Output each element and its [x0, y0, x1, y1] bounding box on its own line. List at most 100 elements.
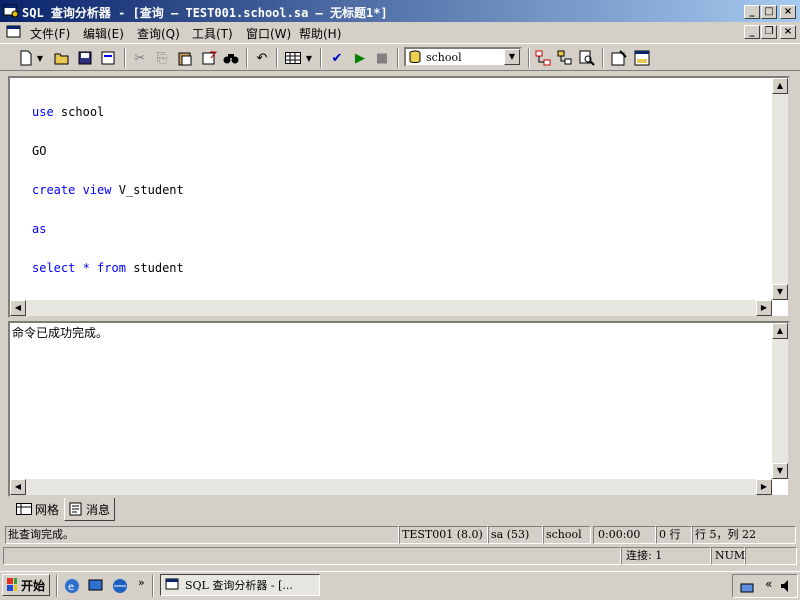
child-restore-button[interactable]: ❐: [761, 25, 777, 39]
menu-window[interactable]: 窗口(W): [246, 25, 291, 42]
code-line: select * from student: [32, 262, 184, 275]
results-pane[interactable]: 命令已成功完成。 ▲ ▼ ◀ ▶: [8, 321, 790, 497]
scroll-up-icon[interactable]: ▲: [772, 78, 788, 94]
load-script-icon[interactable]: [98, 48, 118, 68]
code-text: student: [133, 261, 184, 275]
results-vertical-scrollbar[interactable]: ▲ ▼: [772, 323, 788, 479]
sql-code[interactable]: use school GO create view V_student as s…: [32, 80, 184, 301]
code-text: school: [60, 105, 105, 119]
query-editor[interactable]: use school GO create view V_student as s…: [8, 76, 790, 318]
object-browser-icon[interactable]: [555, 48, 575, 68]
paste-icon[interactable]: [175, 48, 195, 68]
network-icon[interactable]: [739, 578, 757, 597]
new-query-icon[interactable]: [16, 48, 36, 68]
results-mode-dropdown[interactable]: ▼: [304, 48, 314, 68]
start-button[interactable]: 开始: [2, 574, 50, 596]
new-dropdown-arrow[interactable]: ▼: [35, 48, 45, 68]
keyword: select: [32, 261, 76, 275]
status-bar-empty: [3, 547, 621, 565]
scroll-left-icon[interactable]: ◀: [10, 300, 26, 316]
editor-vertical-scrollbar[interactable]: ▲ ▼: [772, 78, 788, 300]
scroll-up-icon[interactable]: ▲: [772, 323, 788, 339]
database-icon: [409, 50, 421, 67]
taskbar-window-button[interactable]: SQL 查询分析器 - [...: [160, 574, 320, 596]
editor-horizontal-scrollbar[interactable]: ◀ ▶: [10, 300, 772, 316]
show-desktop-icon[interactable]: [88, 578, 104, 597]
stop-icon[interactable]: ■: [372, 48, 392, 68]
window-title: SQL 查询分析器 - [查询 — TEST001.school.sa — 无标…: [22, 6, 388, 20]
tab-grid[interactable]: 网格: [12, 499, 63, 519]
query-analyzer-icon: [3, 3, 19, 18]
keyword: * from: [82, 261, 126, 275]
object-search-icon[interactable]: [577, 48, 597, 68]
execute-play-icon[interactable]: ▶: [350, 48, 370, 68]
result-message: 命令已成功完成。: [12, 326, 109, 340]
code-text: GO: [32, 144, 47, 158]
grid-icon: [16, 503, 32, 515]
status-text: 批查询完成。: [5, 526, 399, 544]
scroll-down-icon[interactable]: ▼: [772, 284, 788, 300]
menu-file[interactable]: 文件(F): [30, 25, 70, 42]
code-line: GO: [32, 145, 184, 158]
explorer-quicklaunch-icon[interactable]: [112, 578, 128, 597]
start-label: 开始: [20, 578, 45, 593]
svg-text:e: e: [68, 582, 74, 593]
close-button[interactable]: ×: [780, 5, 796, 19]
status-elapsed-time: 0:00:00: [593, 526, 656, 544]
title-bar: SQL 查询分析器 - [查询 — TEST001.school.sa — 无标…: [0, 0, 800, 22]
tab-messages-label: 消息: [86, 502, 111, 517]
save-icon[interactable]: [75, 48, 95, 68]
menu-edit[interactable]: 编辑(E): [83, 25, 124, 42]
ie-quicklaunch-icon[interactable]: e: [64, 578, 80, 597]
child-close-button[interactable]: ×: [780, 25, 796, 39]
parse-check-icon[interactable]: ✔: [327, 48, 347, 68]
status-bar-empty-2: [745, 547, 797, 565]
keyword: as: [32, 222, 47, 236]
scroll-down-icon[interactable]: ▼: [772, 463, 788, 479]
query-analyzer-icon: [165, 578, 179, 590]
windows-logo-icon: [7, 578, 17, 591]
open-folder-icon[interactable]: [52, 48, 72, 68]
show-results-pane-icon[interactable]: [632, 48, 652, 68]
minimize-button[interactable]: _: [744, 5, 760, 19]
system-tray: «: [732, 574, 798, 598]
find-binoculars-icon[interactable]: [221, 48, 241, 68]
status-num-lock: NUM: [711, 547, 745, 565]
menu-query[interactable]: 查询(Q): [137, 25, 180, 42]
status-database: school: [543, 526, 591, 544]
maximize-button[interactable]: □: [761, 5, 777, 19]
tray-collapse-icon[interactable]: «: [765, 577, 772, 591]
current-connection-properties-icon[interactable]: [609, 48, 629, 68]
chevron-down-icon[interactable]: ▼: [504, 49, 520, 65]
toolbar: ▼ ✂ ⎘ ↶ ▼ ✔ ▶ ■: [0, 43, 800, 71]
menu-help[interactable]: 帮助(H): [299, 25, 341, 42]
keyword: use: [32, 105, 54, 119]
status-cursor-position: 行 5，列 22: [692, 526, 796, 544]
message-icon: [69, 502, 82, 516]
code-line: use school: [32, 106, 184, 119]
scroll-right-icon[interactable]: ▶: [756, 479, 772, 495]
document-icon: [6, 24, 22, 40]
menu-tools[interactable]: 工具(T): [192, 25, 233, 42]
copy-icon[interactable]: ⎘: [152, 48, 172, 68]
scroll-right-icon[interactable]: ▶: [756, 300, 772, 316]
results-grid-icon[interactable]: [283, 48, 303, 68]
clear-window-icon[interactable]: [199, 48, 219, 68]
status-user: sa (53): [488, 526, 543, 544]
menu-bar: 文件(F) 编辑(E) 查询(Q) 工具(T) 窗口(W) 帮助(H) _ ❐ …: [0, 22, 800, 42]
execution-plan-icon[interactable]: [533, 48, 553, 68]
volume-icon[interactable]: [779, 578, 795, 597]
status-connections: 连接: 1: [621, 547, 711, 565]
undo-icon[interactable]: ↶: [252, 48, 272, 68]
status-server: TEST001 (8.0): [399, 526, 488, 544]
cut-icon[interactable]: ✂: [130, 48, 150, 68]
child-minimize-button[interactable]: _: [744, 25, 760, 39]
code-line: as: [32, 223, 184, 236]
code-text: V_student: [118, 183, 184, 197]
scroll-left-icon[interactable]: ◀: [10, 479, 26, 495]
tab-messages[interactable]: 消息: [64, 498, 116, 521]
database-select[interactable]: school ▼: [404, 47, 522, 67]
taskbar: 开始 e » SQL 查询分析器 - [... «: [0, 571, 800, 600]
quicklaunch-overflow-icon[interactable]: »: [138, 576, 145, 589]
results-horizontal-scrollbar[interactable]: ◀ ▶: [10, 479, 772, 495]
